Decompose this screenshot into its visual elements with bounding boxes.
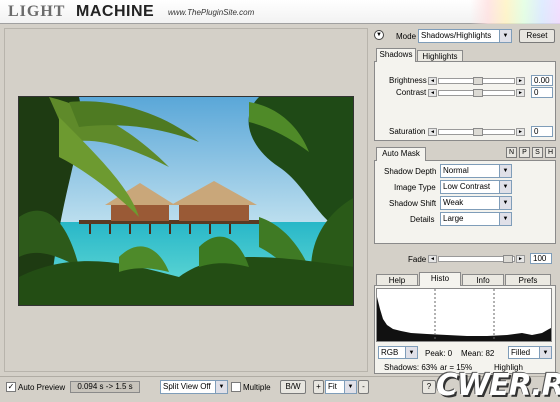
chevron-down-icon: ▼ xyxy=(344,381,356,393)
chevron-down-icon: ▼ xyxy=(499,30,511,42)
bw-toggle-button[interactable]: B/W xyxy=(280,380,306,394)
details-value: Large xyxy=(443,214,464,223)
saturation-slider-thumb[interactable] xyxy=(473,128,483,136)
fade-value-field[interactable]: 100 xyxy=(530,253,552,264)
split-view-select[interactable]: Split View Off ▼ xyxy=(160,380,228,394)
brightness-label: Brightness xyxy=(389,76,427,85)
auto-preview-checkbox[interactable]: ✓ xyxy=(6,382,16,392)
histo-style-value: Filled xyxy=(511,348,531,357)
mask-preset-s-button[interactable]: S xyxy=(532,147,543,158)
tab-histo[interactable]: Histo xyxy=(419,272,461,286)
zoom-in-button[interactable]: + xyxy=(313,380,324,394)
chevron-down-icon: ▼ xyxy=(499,181,511,193)
histo-mean-text: Mean: 82 xyxy=(461,349,495,358)
chevron-down-icon: ▼ xyxy=(499,197,511,209)
saturation-increase-button[interactable]: ► xyxy=(516,128,525,136)
chevron-down-icon: ▼ xyxy=(539,347,551,358)
contrast-label: Contrast xyxy=(396,88,427,97)
zoom-select[interactable]: Fit ▼ xyxy=(325,380,357,394)
histo-shadows-text: Shadows: 63% xyxy=(384,363,438,372)
multiple-label: Multiple xyxy=(243,383,271,392)
brightness-decrease-button[interactable]: ◄ xyxy=(428,77,437,85)
mode-collapse-toggle[interactable]: ▼ xyxy=(374,30,384,40)
multiple-checkbox[interactable] xyxy=(231,382,241,392)
tab-shadows[interactable]: Shadows xyxy=(376,48,416,62)
watermark-overlay: CWER.RU xyxy=(436,368,560,402)
saturation-value-field[interactable]: 0 xyxy=(531,126,553,137)
render-time-display: 0.094 s -> 1.5 s xyxy=(70,381,140,393)
histo-channel-value: RGB xyxy=(381,348,399,357)
fade-decrease-button[interactable]: ◄ xyxy=(428,255,437,263)
contrast-slider-thumb[interactable] xyxy=(473,89,483,97)
histo-channel-select[interactable]: RGB ▼ xyxy=(378,346,418,359)
fade-label: Fade xyxy=(408,255,427,264)
shadow-depth-select[interactable]: Normal ▼ xyxy=(440,164,512,178)
shadow-depth-label: Shadow Depth xyxy=(384,167,437,176)
contrast-value-field[interactable]: 0 xyxy=(531,87,553,98)
header-rainbow-decoration xyxy=(470,0,560,24)
details-label: Details xyxy=(410,215,435,224)
site-url: www.ThePluginSite.com xyxy=(168,8,255,17)
zoom-out-button[interactable]: - xyxy=(358,380,369,394)
brightness-slider-thumb[interactable] xyxy=(473,77,483,85)
mask-preset-h-button[interactable]: H xyxy=(545,147,556,158)
chevron-down-icon: ▼ xyxy=(215,381,227,393)
fade-increase-button[interactable]: ► xyxy=(516,255,525,263)
shadow-shift-value: Weak xyxy=(443,198,464,207)
chevron-down-icon: ▼ xyxy=(405,347,417,358)
saturation-decrease-button[interactable]: ◄ xyxy=(428,128,437,136)
logo-machine-text: MACHINE xyxy=(76,3,155,20)
fade-slider-thumb[interactable] xyxy=(503,255,513,263)
mask-preset-n-button[interactable]: N xyxy=(506,147,517,158)
histogram-graph xyxy=(376,288,552,342)
reset-button[interactable]: Reset xyxy=(519,29,555,43)
help-button[interactable]: ? xyxy=(422,380,436,394)
mode-label: Mode xyxy=(396,32,417,41)
brightness-increase-button[interactable]: ► xyxy=(516,77,525,85)
histo-peak-text: Peak: 0 xyxy=(425,349,453,358)
chevron-down-icon: ▼ xyxy=(499,165,511,177)
saturation-label: Saturation xyxy=(389,127,426,136)
preview-image[interactable] xyxy=(18,96,354,306)
mask-preset-p-button[interactable]: P xyxy=(519,147,530,158)
histo-style-select[interactable]: Filled ▼ xyxy=(508,346,552,359)
contrast-increase-button[interactable]: ► xyxy=(516,89,525,97)
tab-auto-mask[interactable]: Auto Mask xyxy=(376,147,426,161)
zoom-value: Fit xyxy=(328,382,337,391)
mode-select-value: Shadows/Highlights xyxy=(421,31,492,40)
shadow-shift-select[interactable]: Weak ▼ xyxy=(440,196,512,210)
brightness-value-field[interactable]: 0.00 xyxy=(531,75,553,86)
logo-light-text: LIGHT xyxy=(8,3,66,20)
contrast-decrease-button[interactable]: ◄ xyxy=(428,89,437,97)
image-type-select[interactable]: Low Contrast ▼ xyxy=(440,180,512,194)
split-view-value: Split View Off xyxy=(163,382,211,391)
image-type-value: Low Contrast xyxy=(443,182,491,191)
details-select[interactable]: Large ▼ xyxy=(440,212,512,226)
chevron-down-icon: ▼ xyxy=(499,213,511,225)
shadow-depth-value: Normal xyxy=(443,166,469,175)
shadow-shift-label: Shadow Shift xyxy=(389,199,437,208)
auto-preview-label: Auto Preview xyxy=(18,383,66,392)
mode-select[interactable]: Shadows/Highlights ▼ xyxy=(418,29,512,43)
image-type-label: Image Type xyxy=(394,183,436,192)
